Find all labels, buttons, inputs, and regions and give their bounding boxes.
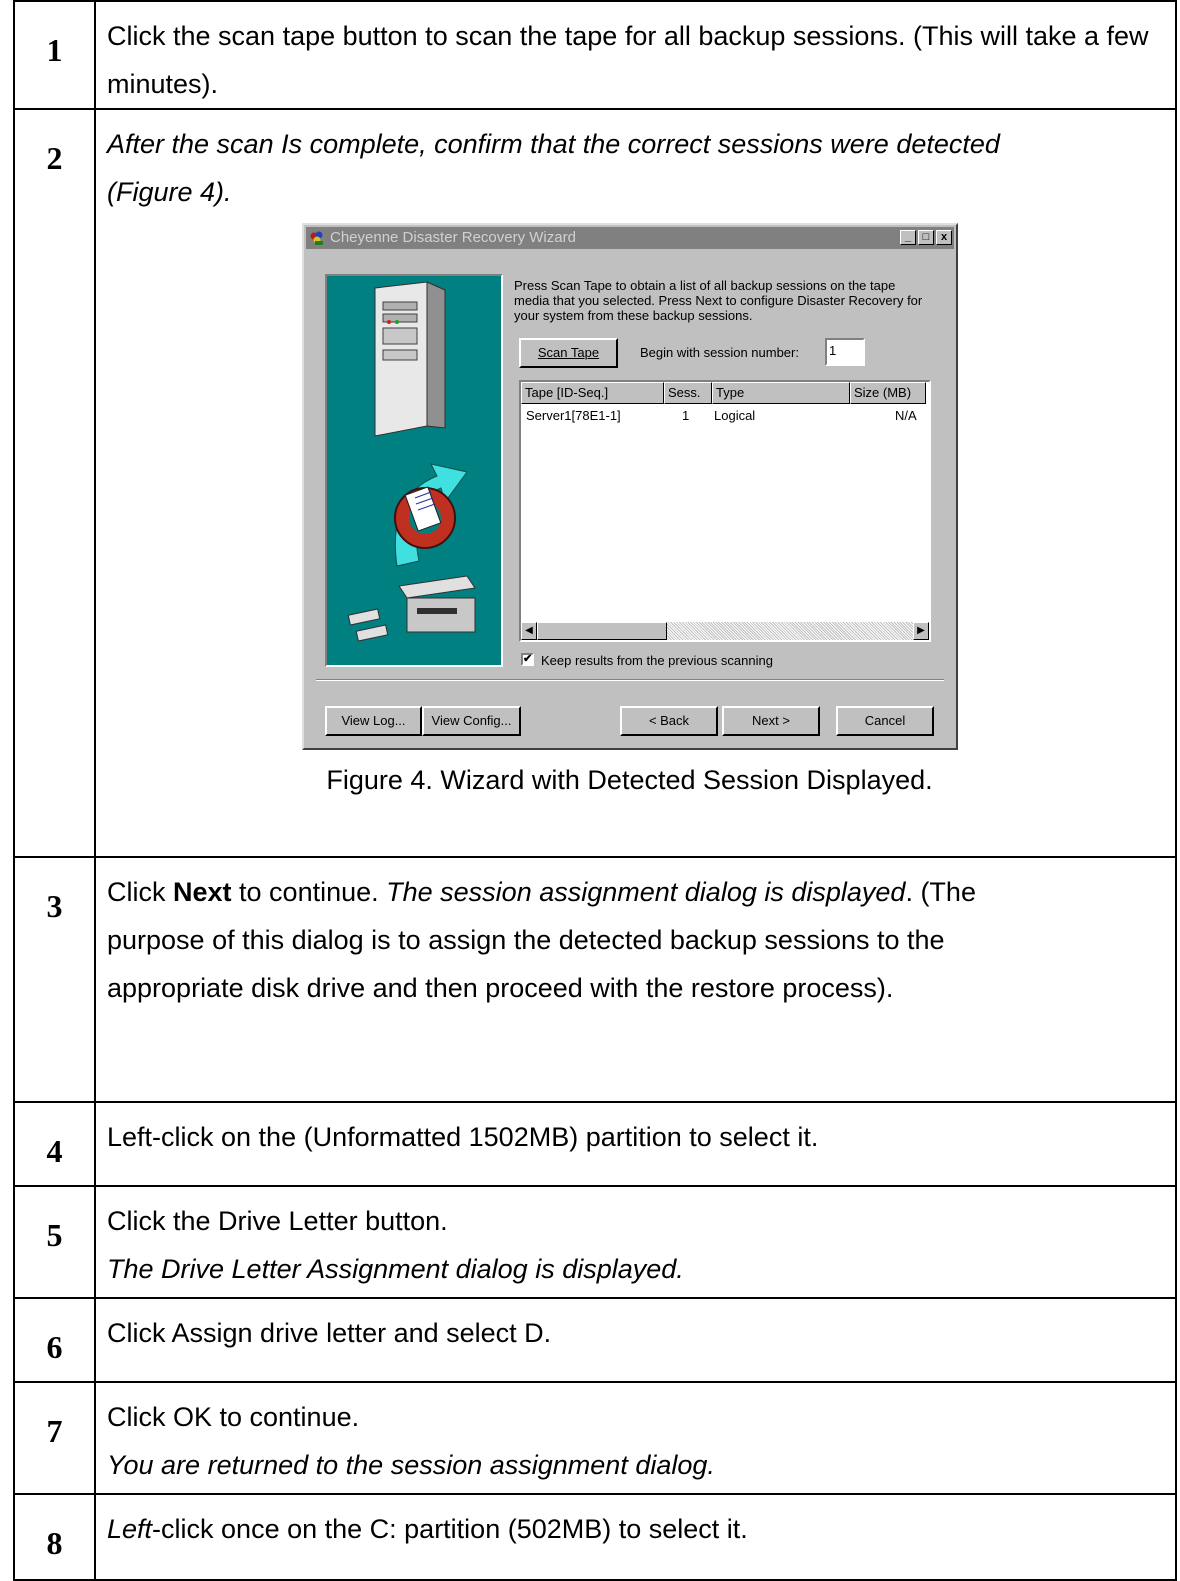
- step-number: 5: [13, 1185, 96, 1299]
- step-text: After the scan Is complete, confirm that…: [107, 129, 1000, 207]
- step-row: 7 Click OK to continue. You are returned …: [13, 1381, 1177, 1495]
- view-config-button[interactable]: View Config...: [422, 706, 521, 736]
- cell-tape[interactable]: Server1[78E1-1]: [526, 408, 621, 423]
- text-run-italic: The session assignment dialog is display…: [386, 877, 906, 907]
- text-run: to continue.: [231, 877, 387, 907]
- keep-results-checkbox[interactable]: ✔: [521, 653, 534, 666]
- cell-type[interactable]: Logical: [714, 408, 755, 423]
- step-number: 2: [13, 108, 96, 858]
- cancel-button[interactable]: Cancel: [836, 706, 934, 736]
- text-run: -click once on the C: partition (502MB) …: [152, 1514, 748, 1544]
- session-number-input[interactable]: 1: [825, 338, 865, 366]
- wizard-illustration: [325, 274, 503, 667]
- text-run-italic: Left: [107, 1514, 153, 1544]
- step-number: 6: [13, 1297, 96, 1383]
- text-line-italic: You are returned to the session assignme…: [107, 1450, 715, 1480]
- text-run: Click: [107, 877, 173, 907]
- text-line-italic: The Drive Letter Assignment dialog is di…: [107, 1254, 684, 1284]
- step-number-text: 7: [46, 1413, 63, 1449]
- step-number-text: 3: [46, 888, 63, 924]
- scan-tape-button[interactable]: Scan Tape: [519, 338, 618, 368]
- step-row: 2 After the scan Is complete, confirm th…: [13, 108, 1177, 858]
- step-text: Click Assign drive letter and select D.: [94, 1297, 1177, 1383]
- column-header-session[interactable]: Sess.: [664, 382, 712, 404]
- maximize-button[interactable]: □: [918, 230, 934, 245]
- step-number-text: 5: [46, 1217, 63, 1253]
- next-button[interactable]: Next >: [722, 706, 820, 736]
- step-number-text: 1: [46, 32, 63, 68]
- step-row: 4 Left-click on the (Unformatted 1502MB)…: [13, 1101, 1177, 1187]
- step-text: Click the scan tape button to scan the t…: [94, 0, 1177, 110]
- step-row: 1 Click the scan tape button to scan the…: [13, 0, 1177, 110]
- text-line: Click the Drive Letter button.: [107, 1206, 448, 1236]
- step-number-text: 6: [46, 1329, 63, 1365]
- minimize-button[interactable]: _: [900, 230, 916, 245]
- step-content: After the scan Is complete, confirm that…: [94, 108, 1177, 858]
- begin-session-label: Begin with session number:: [640, 345, 799, 360]
- back-button[interactable]: < Back: [620, 706, 718, 736]
- cell-session[interactable]: 1: [682, 408, 689, 423]
- step-number: 1: [13, 0, 96, 110]
- step-row: 3 Click Next to continue. The session as…: [13, 856, 1177, 1103]
- cell-size[interactable]: N/A: [895, 408, 917, 423]
- step-text: Click the Drive Letter button. The Drive …: [94, 1185, 1177, 1299]
- step-number: 8: [13, 1493, 96, 1581]
- scan-tape-label: Scan Tape: [537, 345, 600, 360]
- disaster-recovery-wizard-dialog: Cheyenne Disaster Recovery Wizard _ □ x: [302, 223, 958, 750]
- text-run-bold: Next: [173, 877, 232, 907]
- wizard-instructions: Press Scan Tape to obtain a list of all …: [514, 278, 923, 323]
- view-log-button[interactable]: View Log...: [325, 706, 422, 736]
- step-number: 3: [13, 856, 96, 1103]
- horizontal-scrollbar[interactable]: ◀ ▶: [521, 622, 929, 640]
- keep-results-label: Keep results from the previous scanning: [541, 653, 773, 668]
- step-number: 7: [13, 1381, 96, 1495]
- step-text: Click OK to continue. You are returned to…: [94, 1381, 1177, 1495]
- dialog-title-bar: Cheyenne Disaster Recovery Wizard _ □ x: [306, 227, 954, 249]
- figure-caption: Figure 4. Wizard with Detected Session D…: [326, 765, 933, 795]
- separator: [316, 679, 944, 681]
- step-row: 6 Click Assign drive letter and select D…: [13, 1297, 1177, 1383]
- step-number-text: 2: [46, 140, 63, 176]
- server-recovery-icon: [347, 281, 476, 642]
- wizard-app-icon: [310, 231, 323, 245]
- scroll-right-icon[interactable]: ▶: [913, 622, 929, 640]
- step-text: Left-click on the (Unformatted 1502MB) p…: [94, 1101, 1177, 1187]
- column-header-size[interactable]: Size (MB): [850, 382, 926, 404]
- dialog-title: Cheyenne Disaster Recovery Wizard: [330, 229, 576, 246]
- step-text: Left-click once on the C: partition (502…: [94, 1493, 1177, 1581]
- column-header-tape[interactable]: Tape [ID-Seq.]: [521, 382, 664, 404]
- scroll-left-icon[interactable]: ◀: [521, 622, 537, 640]
- step-text: Click Next to continue. The session assi…: [94, 856, 1177, 1103]
- step-number: 4: [13, 1101, 96, 1187]
- step-number-text: 8: [46, 1525, 63, 1561]
- close-button[interactable]: x: [936, 230, 952, 245]
- column-header-type[interactable]: Type: [712, 382, 850, 404]
- text-line: Click OK to continue.: [107, 1402, 360, 1432]
- step-number-text: 4: [46, 1133, 63, 1169]
- step-row: 8 Left-click once on the C: partition (5…: [13, 1493, 1177, 1581]
- sessions-list[interactable]: Tape [ID-Seq.] Sess. Type Size (MB) Serv…: [519, 380, 931, 642]
- steps-table: 1 Click the scan tape button to scan the…: [13, 0, 1177, 1581]
- scrollbar-thumb[interactable]: [537, 622, 667, 640]
- step-row: 5 Click the Drive Letter button. The Driv…: [13, 1185, 1177, 1299]
